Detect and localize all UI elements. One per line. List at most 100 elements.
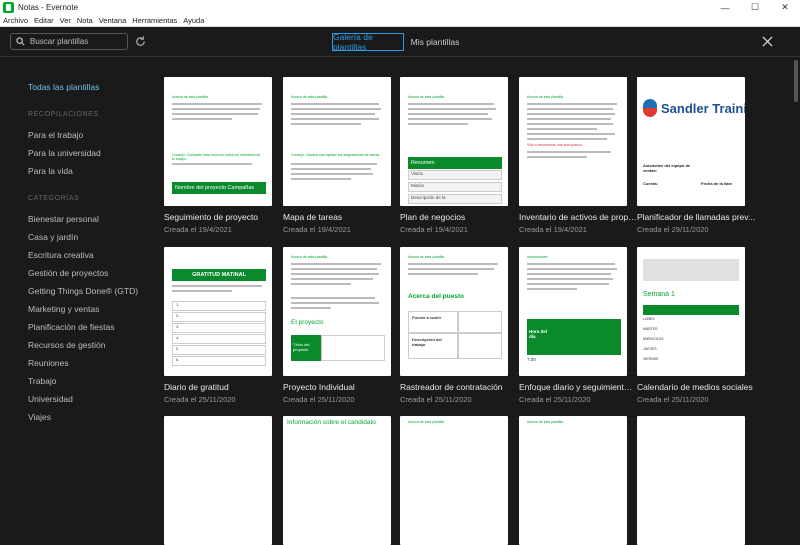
template-thumbnail[interactable]: Semana 1 LUNES MARTES MIÉRCOLES JUEVES V… [637,247,745,376]
template-date: Creada el 25/11/2020 [400,395,472,404]
window-controls: — ☐ ✕ [710,0,800,15]
sidebar-item-meetings[interactable]: Reuniones [28,358,69,368]
close-icon[interactable] [762,36,773,47]
template-thumbnail[interactable]: Acerca de esta plantilla [400,416,508,545]
thumb-tip: Consejo: Cambia con rapidez las asignaci… [291,153,380,157]
thumb-green-heading: Nombre del proyecto Campañas [172,182,266,194]
minimize-button[interactable]: — [710,0,740,15]
thumb-green-heading: Hora del día [527,319,551,355]
title-bar: Notas - Evernote — ☐ ✕ [0,0,800,15]
menu-editar[interactable]: Editar [31,16,57,25]
template-thumbnail[interactable]: GRATITUD MATINAL 1. 2. 3. 4. 5. 6. [164,247,272,376]
template-thumbnail[interactable]: Acerca de esta plantilla El proyecto Tít… [283,247,391,376]
template-name: Inventario de activos de propi... [519,212,637,222]
sidebar-item-management-resources[interactable]: Recursos de gestión [28,340,106,350]
thumb-heading: Acerca de esta plantilla [527,420,564,424]
template-name: Seguimiento de proyecto [164,212,259,222]
thumb-green-heading: El proyecto [291,319,324,326]
thumb-heading: Acerca de esta plantilla [408,420,445,424]
thumb-heading: Acerca de esta plantilla [408,255,445,259]
thumb-heading: Acerca de esta plantilla [527,95,564,99]
template-thumbnail[interactable]: Acerca de esta plantilla Acerca del pues… [400,247,508,376]
template-date: Creada el 19/4/2021 [164,225,232,234]
template-thumbnail[interactable]: Acerca de esta plantilla Sólo si encuent… [519,77,627,206]
refresh-icon[interactable] [134,35,147,48]
template-sidebar: Todas las plantillas RECOPILACIONES Para… [0,58,150,433]
template-thumbnail[interactable] [164,416,272,545]
template-name: Diario de gratitud [164,382,229,392]
template-name: Calendario de medios sociales [637,382,753,392]
thumb-row: 4. [172,334,266,344]
template-thumbnail[interactable]: Sandler Traini Asistentes del equipo de … [637,77,745,206]
template-thumbnail[interactable]: Información sobre el candidato [283,416,391,545]
template-name: Planificador de llamadas prev... [637,212,755,222]
thumb-row: LUNES [643,317,655,321]
thumb-logo-text: Sandler Traini [661,101,745,116]
template-thumbnail[interactable]: Acerca de esta plantilla [519,416,627,545]
menu-ayuda[interactable]: Ayuda [180,16,207,25]
thumb-green-heading: Resumen [408,157,502,169]
template-date: Creada el 19/4/2021 [283,225,351,234]
template-date: Creada el 25/11/2020 [283,395,355,404]
search-input[interactable] [30,37,126,46]
template-thumbnail[interactable]: Acerca de esta plantilla Consejo: Cambia… [283,77,391,206]
menu-archivo[interactable]: Archivo [0,16,31,25]
thumb-row: Fecha de la llam [701,181,732,186]
menu-herramientas[interactable]: Herramientas [129,16,180,25]
thumb-heading: Acerca de esta plantilla [291,255,328,259]
sidebar-item-university-category[interactable]: Universidad [28,394,73,404]
template-date: Creada el 19/4/2021 [519,225,587,234]
template-thumbnail[interactable]: Acerca de esta plantilla Consejo: Compar… [164,77,272,206]
template-date: Creada el 19/4/2021 [400,225,468,234]
thumb-row: MIÉRCOLES [643,337,664,341]
template-date: Creada el 25/11/2020 [519,395,591,404]
template-date: Creada el 25/11/2020 [637,395,709,404]
sidebar-item-wellbeing[interactable]: Bienestar personal [28,214,99,224]
sidebar-item-creative-writing[interactable]: Escritura creativa [28,250,94,260]
menu-nota[interactable]: Nota [74,16,96,25]
template-name: Proyecto Individual [283,382,355,392]
template-thumbnail[interactable]: Acerca de esta plantilla Resumen Visión … [400,77,508,206]
scrollbar[interactable] [794,58,798,433]
template-name: Enfoque diario y seguimiento ... [519,382,637,392]
template-name: Plan de negocios [400,212,466,222]
template-name: Rastreador de contratación [400,382,503,392]
sidebar-item-travel[interactable]: Viajes [28,412,51,422]
sidebar-item-life[interactable]: Para la vida [28,166,73,176]
sidebar-item-party-planning[interactable]: Planificación de fiestas [28,322,114,332]
thumb-row: Visión [408,170,502,180]
menu-ver[interactable]: Ver [57,16,74,25]
thumb-green-heading: Acerca del puesto [408,293,464,300]
thumb-tip: Consejo: Comparte esta nota con todos lo… [172,153,261,161]
sidebar-item-home-garden[interactable]: Casa y jardín [28,232,78,242]
sidebar-item-all-templates[interactable]: Todas las plantillas [28,82,99,92]
menu-ventana[interactable]: Ventana [96,16,130,25]
sidebar-item-marketing-sales[interactable]: Marketing y ventas [28,304,99,314]
template-thumbnail[interactable]: Instrucciones Hora del día 7:00 [519,247,627,376]
sidebar-item-university[interactable]: Para la universidad [28,148,101,158]
close-window-button[interactable]: ✕ [770,0,800,15]
thumb-green-heading: Semana 1 [643,291,675,298]
tab-template-gallery[interactable]: Galería de plantillas [332,32,404,52]
thumb-note: Sólo si encuentras una anticipación [527,143,583,147]
template-thumbnail[interactable] [637,416,745,545]
search-box[interactable] [10,33,128,50]
maximize-button[interactable]: ☐ [740,0,770,15]
tab-my-templates[interactable]: Mis plantillas [410,33,460,51]
thumb-row: Asistentes del equipo de ventas: [643,163,691,173]
scrollbar-thumb[interactable] [794,60,798,102]
thumb-heading: Acerca de esta plantilla [172,95,209,99]
sandler-logo-icon [643,99,657,117]
thumb-row: Descripción del trabajo [408,333,458,359]
thumb-heading: Acerca de esta plantilla [291,95,328,99]
sidebar-item-work-category[interactable]: Trabajo [28,376,57,386]
sidebar-item-gtd[interactable]: Getting Things Done® (GTD) [28,286,138,296]
sidebar-item-work[interactable]: Para el trabajo [28,130,83,140]
thumb-row: Descripción de la [408,194,502,204]
thumb-heading: Acerca de esta plantilla [408,95,445,99]
thumb-row: 7:00 [527,357,536,362]
thumb-green-heading: Información sobre el candidato [287,419,376,426]
search-icon [16,37,25,46]
sidebar-item-project-management[interactable]: Gestión de proyectos [28,268,108,278]
collections-heading: RECOPILACIONES [28,111,99,118]
